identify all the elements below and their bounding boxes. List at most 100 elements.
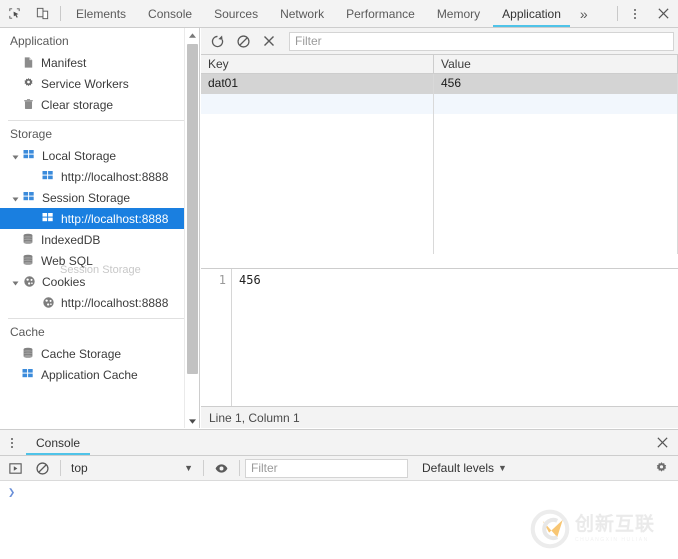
sidebar-item-cache-storage[interactable]: Cache Storage [0,343,199,364]
console-drawer: Console top ▼ Filter Default levels ▼ ❯ … [0,429,678,559]
tab-console[interactable]: Console [24,430,92,455]
sidebar-item-clear-storage[interactable]: Clear storage [0,94,199,115]
close-icon[interactable] [646,430,678,455]
sidebar-item-manifest[interactable]: Manifest [0,52,199,73]
sidebar-section-application-title: Application [10,34,69,48]
clear-console-icon[interactable] [30,457,55,479]
table-empty-row[interactable] [201,94,678,114]
table-empty-row[interactable] [201,174,678,194]
table-empty-row[interactable] [201,234,678,254]
chevron-down-icon[interactable] [12,151,22,161]
chevron-down-icon[interactable] [12,193,22,203]
tab-memory[interactable]: Memory [426,0,491,27]
sidebar-item-indexeddb[interactable]: IndexedDB [0,229,199,250]
delete-x-icon[interactable] [257,30,281,53]
editor-gutter: 1 [201,269,232,406]
scrollbar-thumb[interactable] [187,44,198,374]
preview-content: 456 [239,273,261,287]
sidebar-scrollbar[interactable] [184,28,199,428]
sidebar-item-session-storage[interactable]: Session Storage [0,187,199,208]
sidebar-item-local-storage[interactable]: Local Storage [0,145,199,166]
cookie-icon [23,275,36,288]
scroll-up-arrow-icon[interactable] [185,28,199,42]
sidebar-item-label: Session Storage [42,190,131,205]
sidebar-item-label: http://localhost:8888 [61,211,169,226]
table-empty-row[interactable] [201,134,678,154]
line-number: 1 [218,273,226,287]
watermark-subtext: CHUANGXIN HULIAN [575,537,649,543]
tab-network[interactable]: Network [269,0,335,27]
storage-table-body: dat01 456 [201,74,678,269]
watermark-circle-icon [530,509,570,549]
console-prompt-icon: ❯ [8,485,16,499]
sidebar-item-label: Web SQL [41,253,93,268]
table-empty-row[interactable] [201,214,678,234]
table-empty-row[interactable] [201,154,678,174]
kebab-menu-icon[interactable] [0,430,24,455]
sidebar-item-application-cache[interactable]: Application Cache [0,364,199,385]
console-filter-input[interactable] [245,458,408,478]
console-output-area[interactable]: ❯ 创新互联 CHUANGXIN HULIAN [0,481,678,559]
execution-context-value: top [71,461,88,475]
sidebar-item-cookies[interactable]: Cookies [0,271,199,292]
database-icon [22,347,35,360]
devtools-window: Elements Console Sources Network Perform… [0,0,678,559]
console-toolbar-divider-2 [203,460,204,476]
kebab-menu-icon[interactable] [622,0,648,27]
tab-console[interactable]: Console [137,0,203,27]
sidebar-item-label: Manifest [41,55,87,70]
tab-elements[interactable]: Elements [65,0,137,27]
chevron-down-icon[interactable] [12,277,22,287]
application-sidebar: Application Manifest Service Workers Cle… [0,28,200,428]
sidebar-item-label: http://localhost:8888 [61,295,169,310]
table-icon [22,368,35,381]
column-header-key[interactable]: Key [201,55,434,73]
database-icon [22,233,35,246]
table-empty-row[interactable] [201,194,678,214]
inspect-cursor-icon[interactable] [0,0,28,27]
value-preview-editor[interactable]: 1 456 [201,269,678,406]
table-icon [42,212,55,225]
sidebar-item-label: http://localhost:8888 [61,169,169,184]
sidebar-item-session-storage-origin[interactable]: http://localhost:8888 [0,208,199,229]
sidebar-item-service-workers[interactable]: Service Workers [0,73,199,94]
cursor-position-label: Line 1, Column 1 [209,410,300,425]
table-row[interactable]: dat01 456 [201,74,678,94]
log-levels-label: Default levels [422,461,495,475]
trash-icon [22,98,35,111]
sidebar-item-label: Service Workers [41,76,129,91]
sidebar-section-cache-title: Cache [10,325,45,339]
tab-sources[interactable]: Sources [203,0,269,27]
column-header-value[interactable]: Value [434,55,678,73]
cell-value: 456 [434,74,678,94]
watermark-logo: 创新互联 CHUANGXIN HULIAN [530,507,670,551]
sidebar-item-label: Local Storage [42,148,117,163]
live-expression-eye-icon[interactable] [209,457,234,479]
execution-context-select[interactable]: top ▼ [66,458,198,479]
storage-table-header: Key Value [201,55,678,74]
sidebar-item-cookies-origin[interactable]: http://localhost:8888 [0,292,199,313]
log-levels-dropdown[interactable]: Default levels ▼ [416,458,513,479]
scroll-down-arrow-icon[interactable] [185,414,199,428]
close-icon[interactable] [648,0,678,27]
gear-icon[interactable] [647,461,675,476]
table-icon [42,170,55,183]
table-empty-row[interactable] [201,114,678,134]
chevron-down-icon: ▼ [184,463,193,473]
refresh-icon[interactable] [205,30,229,53]
sidebar-item-label: Cache Storage [41,346,122,361]
cookie-icon [42,296,55,309]
execution-context-icon[interactable] [3,457,28,479]
manifest-document-icon [22,56,35,69]
device-toolbar-icon[interactable] [28,0,56,27]
tab-application[interactable]: Application [491,0,572,27]
sidebar-item-label: Application Cache [41,367,138,382]
storage-filter-input[interactable] [289,31,674,51]
console-toolbar-divider [60,460,61,476]
sidebar-item-web-sql[interactable]: Web SQL [0,250,199,271]
more-tabs-icon[interactable]: » [572,0,596,27]
tab-performance[interactable]: Performance [335,0,426,27]
clear-prohibited-icon[interactable] [231,30,255,53]
storage-toolbar [201,28,678,55]
sidebar-item-local-storage-origin[interactable]: http://localhost:8888 [0,166,199,187]
